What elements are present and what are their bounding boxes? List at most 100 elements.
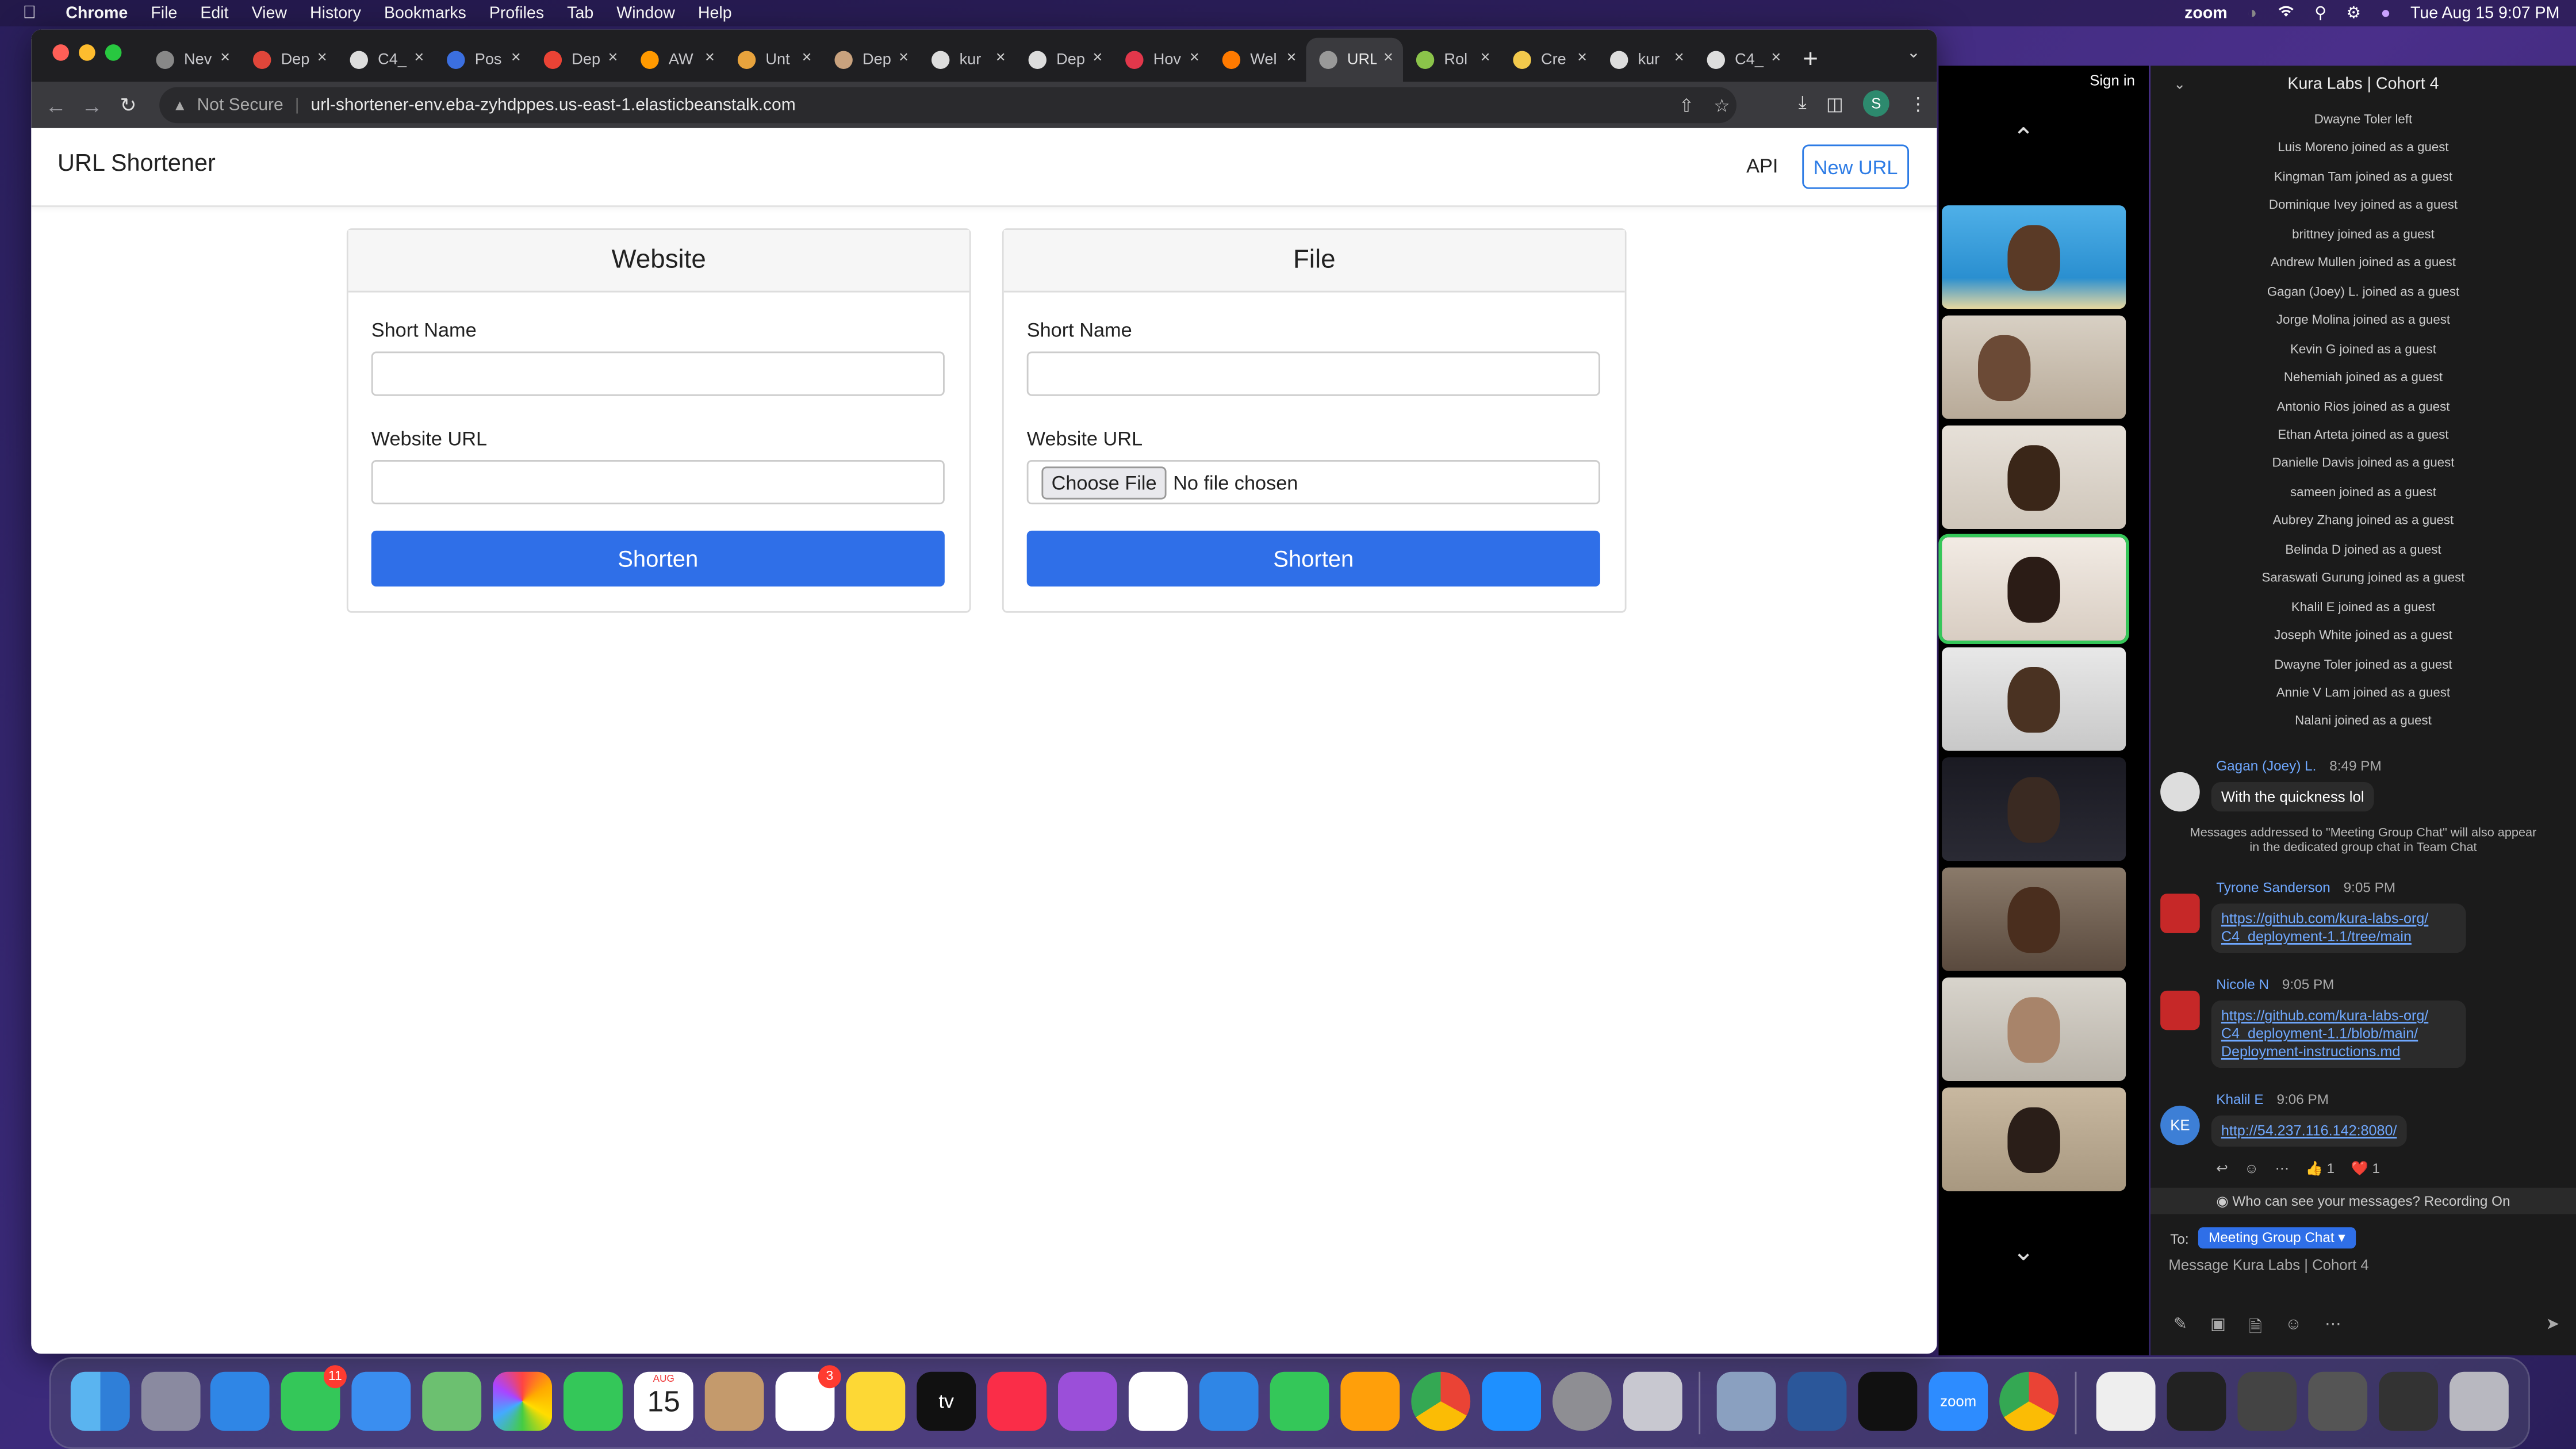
tab-close-icon[interactable]: × [1092,49,1102,67]
website-url-input[interactable] [371,460,945,505]
participant-video[interactable] [1942,315,2126,419]
menubar-clock[interactable]: Tue Aug 15 9:07 PM [2410,4,2559,22]
emoji-icon[interactable]: ☺ [2285,1316,2302,1344]
maps-icon[interactable] [422,1371,482,1431]
thumbs-up-reaction[interactable]: 👍 1 [2305,1160,2334,1178]
launchpad-icon[interactable] [141,1371,201,1431]
message-sender[interactable]: Tyrone Sanderson 9:05 PM [2216,879,2395,896]
tab-close-icon[interactable]: × [996,49,1006,67]
calendar-icon[interactable]: AUG 15 [634,1371,693,1431]
keynote-icon[interactable] [1199,1371,1259,1431]
bookmark-star-icon[interactable]: ☆ [1713,94,1730,116]
browser-tab[interactable]: Nev × [143,38,240,82]
send-icon[interactable]: ➤ [2546,1316,2559,1334]
avatar[interactable] [2160,772,2200,812]
message-sender[interactable]: Gagan (Joey) L. 8:49 PM [2216,757,2381,774]
website-short-name-input[interactable] [371,351,945,396]
contacts-icon[interactable] [704,1371,764,1431]
choose-file-button[interactable]: Choose File [1041,466,1167,499]
participant-video[interactable] [1942,425,2126,529]
avatar[interactable]: KE [2160,1105,2200,1145]
finder-icon[interactable] [70,1371,130,1431]
notes-icon[interactable] [846,1371,906,1431]
add-reaction-icon[interactable]: ☺ [2244,1160,2259,1178]
menu-file[interactable]: File [151,4,177,22]
browser-tab[interactable]: kur × [1597,38,1694,82]
reply-icon[interactable]: ↩ [2216,1160,2228,1178]
tab-close-icon[interactable]: × [1481,49,1490,67]
downloads-stack-icon[interactable] [2379,1371,2438,1431]
menu-view[interactable]: View [252,4,287,22]
close-window-button[interactable] [52,44,69,61]
word-icon[interactable] [1787,1371,1847,1431]
profile-avatar[interactable]: S [1863,90,1889,117]
finder-window-icon[interactable] [1716,1371,1776,1431]
new-tab-button[interactable]: + [1791,38,1830,82]
participant-video[interactable] [1942,757,2126,861]
search-icon[interactable]: ⚲ [2314,4,2326,22]
message-link[interactable]: C4_deployment-1.1/tree/main [2221,928,2456,946]
download-icon[interactable]: ⤓ [1799,93,1807,114]
share-icon[interactable]: ⇧ [1679,94,1694,116]
mail-icon[interactable] [351,1371,411,1431]
avatar[interactable] [2160,894,2200,933]
terminal-thumbnail[interactable] [2167,1371,2226,1431]
tab-close-icon[interactable]: × [608,49,618,67]
participant-video[interactable] [1942,205,2126,309]
tab-close-icon[interactable]: × [511,49,521,67]
new-url-button[interactable]: New URL [1802,144,1909,189]
browser-tab[interactable]: Rol × [1403,38,1500,82]
message-sender[interactable]: Nicole N 9:05 PM [2216,976,2334,992]
message-bubble[interactable]: With the quickness lol [2211,782,2374,812]
not-secure-label[interactable]: Not Secure [197,95,283,115]
message-link[interactable]: http://54.237.116.142:8080/ [2221,1122,2397,1140]
website-shorten-button[interactable]: Shorten [371,530,945,586]
menu-app-name[interactable]: Chrome [66,4,128,22]
chrome-profile-icon[interactable] [1999,1371,2058,1431]
siri-icon[interactable]: ● [2380,4,2390,22]
message-bubble[interactable]: https://github.com/kura-labs-org/ C4_dep… [2211,1000,2466,1068]
maximize-window-button[interactable] [105,44,122,61]
menu-tab[interactable]: Tab [567,4,593,22]
participant-video[interactable] [1942,867,2126,971]
podcasts-icon[interactable] [1058,1371,1117,1431]
apple-menu-icon[interactable]:  [17,3,43,23]
browser-tab[interactable]: AW × [627,38,724,82]
screenshot-icon[interactable]: ▣ [2210,1316,2226,1344]
tab-search-chevron-icon[interactable]: ⌄ [1907,44,1920,62]
zoom-status-item[interactable]: zoom [2184,4,2228,22]
side-panel-icon[interactable]: ◫ [1826,93,1843,114]
tab-close-icon[interactable]: × [1771,49,1781,67]
heart-reaction[interactable]: ❤️ 1 [2351,1160,2380,1178]
message-bubble[interactable]: https://github.com/kura-labs-org/ C4_dep… [2211,903,2466,953]
reload-icon[interactable]: ↻ [110,94,146,117]
participant-video-speaking[interactable] [1938,534,2129,645]
message-input[interactable]: Message Kura Labs | Cohort 4 [2168,1257,2368,1274]
message-link[interactable]: https://github.com/kura-labs-org/ [2221,910,2456,928]
more-icon[interactable]: ⋯ [2275,1160,2289,1178]
safari-icon[interactable] [210,1371,270,1431]
message-bubble[interactable]: http://54.237.116.142:8080/ [2211,1116,2407,1147]
browser-tab[interactable]: Cre × [1500,38,1597,82]
file-icon[interactable]: 🗎 [2249,1316,2262,1344]
minimize-window-button[interactable] [79,44,95,61]
browser-tab[interactable]: Hov × [1112,38,1209,82]
zoom-app-icon[interactable]: zoom [1929,1371,1988,1431]
url-text[interactable]: url-shortener-env.eba-zyhdppes.us-east-1… [311,95,796,115]
chrome-icon[interactable] [1411,1371,1471,1431]
tab-close-icon[interactable]: × [220,49,230,67]
moon-icon[interactable]: ◑ [2247,4,2257,22]
menu-history[interactable]: History [310,4,361,22]
control-center-icon[interactable]: ⚙ [2346,4,2361,22]
facetime-icon[interactable] [564,1371,623,1431]
menu-profiles[interactable]: Profiles [489,4,544,22]
address-bar[interactable]: ▲ Not Secure | url-shortener-env.eba-zyh… [159,87,1737,124]
tab-close-icon[interactable]: × [317,49,327,67]
menu-window[interactable]: Window [616,4,675,22]
browser-tab[interactable]: kur × [918,38,1015,82]
back-arrow-icon[interactable]: ← [38,93,74,117]
menu-bookmarks[interactable]: Bookmarks [384,4,466,22]
warning-triangle-icon[interactable]: ▲ [172,97,187,114]
news-icon[interactable] [1128,1371,1188,1431]
message-link[interactable]: https://github.com/kura-labs-org/ [2221,1007,2456,1025]
